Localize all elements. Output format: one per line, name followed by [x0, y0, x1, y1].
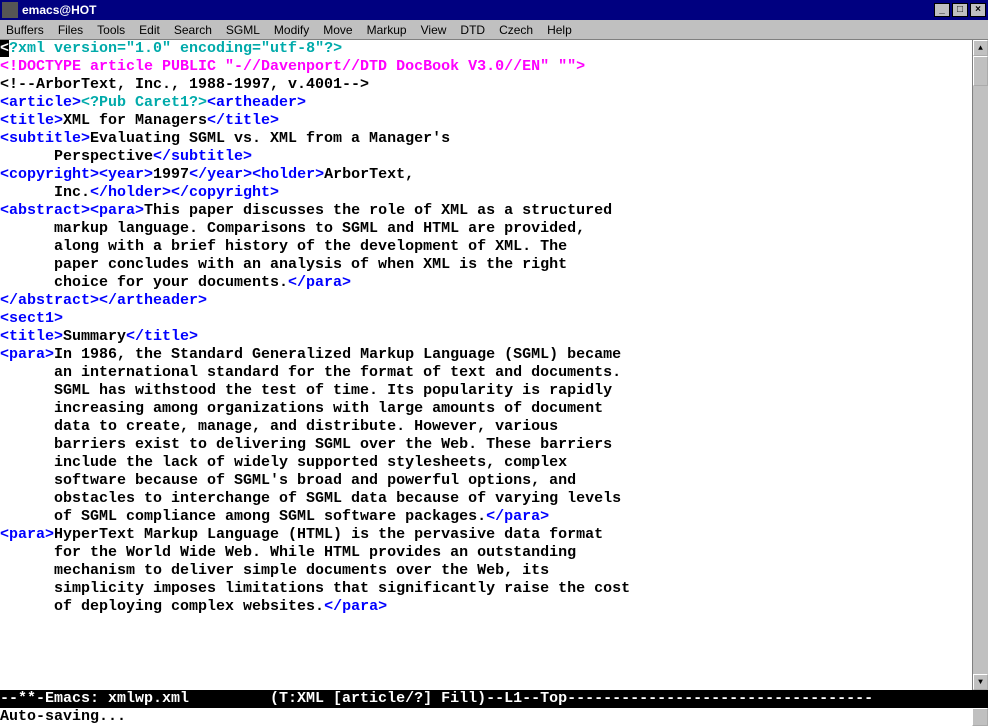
vertical-scrollbar[interactable]: ▲ ▼	[972, 40, 988, 690]
text-p1-3: SGML has withstood the test of time. Its…	[0, 382, 612, 399]
scroll-down-button[interactable]: ▼	[973, 674, 988, 690]
cursor: <	[0, 40, 9, 57]
text-p2-3: mechanism to deliver simple documents ov…	[0, 562, 549, 579]
text-holder-cont: Inc.	[0, 184, 90, 201]
scroll-up-button[interactable]: ▲	[973, 40, 988, 56]
text-p1-9: obstacles to interchange of SGML data be…	[0, 490, 621, 507]
text-holder: ArborText,	[324, 166, 414, 183]
tag-subtitle-open: <subtitle>	[0, 130, 90, 147]
text-p1-7: include the lack of widely supported sty…	[0, 454, 567, 471]
menu-search[interactable]: Search	[174, 23, 212, 37]
text-year: 1997	[153, 166, 189, 183]
xml-declaration: ?xml version="1.0" encoding="utf-8"?>	[9, 40, 342, 57]
tag-abstract-close: </abstract>	[0, 292, 99, 309]
menu-sgml[interactable]: SGML	[226, 23, 260, 37]
tag-year-open: <year>	[99, 166, 153, 183]
scroll-thumb[interactable]	[973, 56, 988, 86]
tag-copyright-close: </copyright>	[171, 184, 279, 201]
close-button[interactable]: ×	[970, 3, 986, 17]
app-icon	[2, 2, 18, 18]
editor-buffer[interactable]: <?xml version="1.0" encoding="utf-8"?> <…	[0, 40, 972, 690]
pi-pub: <?Pub Caret1?>	[81, 94, 207, 111]
text-p1-4: increasing among organizations with larg…	[0, 400, 603, 417]
tag-article-open: <article>	[0, 94, 81, 111]
tag-title-close: </title>	[207, 112, 279, 129]
menu-tools[interactable]: Tools	[97, 23, 125, 37]
text-abstract-5: choice for your documents.	[0, 274, 288, 291]
text-p2-2: for the World Wide Web. While HTML provi…	[0, 544, 576, 561]
tag-copyright-open: <copyright>	[0, 166, 99, 183]
tag-para3-close: </para>	[324, 598, 387, 615]
maximize-button[interactable]: □	[952, 3, 968, 17]
text-summary: Summary	[63, 328, 126, 345]
text-p2-4: simplicity imposes limitations that sign…	[0, 580, 630, 597]
text-p1-2: an international standard for the format…	[0, 364, 621, 381]
tag-abstract-open: <abstract>	[0, 202, 90, 219]
tag-year-close: </year>	[189, 166, 252, 183]
scroll-track[interactable]	[973, 56, 988, 674]
menu-buffers[interactable]: Buffers	[6, 23, 44, 37]
menubar: Buffers Files Tools Edit Search SGML Mod…	[0, 20, 988, 40]
text-p1-5: data to create, manage, and distribute. …	[0, 418, 558, 435]
tag-para-open: <para>	[90, 202, 144, 219]
tag-holder-open: <holder>	[252, 166, 324, 183]
resize-grip[interactable]	[972, 708, 988, 726]
tag-subtitle-close: </subtitle>	[153, 148, 252, 165]
text-abstract-4: paper concludes with an analysis of when…	[0, 256, 567, 273]
menu-view[interactable]: View	[421, 23, 447, 37]
tag-para3-open: <para>	[0, 526, 54, 543]
minibuffer[interactable]: Auto-saving...	[0, 708, 972, 726]
menu-markup[interactable]: Markup	[367, 23, 407, 37]
menu-help[interactable]: Help	[547, 23, 572, 37]
text-p2: HyperText Markup Language (HTML) is the …	[54, 526, 603, 543]
tag-para2-close: </para>	[486, 508, 549, 525]
tag-para-close: </para>	[288, 274, 351, 291]
text-p1: In 1986, the Standard Generalized Markup…	[54, 346, 621, 363]
text-subtitle: Evaluating SGML vs. XML from a Manager's	[90, 130, 450, 147]
titlebar: emacs@HOT _ □ ×	[0, 0, 988, 20]
mode-line: --**-Emacs: xmlwp.xml (T:XML [article/?]…	[0, 690, 988, 708]
text-abstract-2: markup language. Comparisons to SGML and…	[0, 220, 585, 237]
menu-move[interactable]: Move	[323, 23, 352, 37]
window-title: emacs@HOT	[22, 3, 934, 17]
tag-title2-open: <title>	[0, 328, 63, 345]
tag-artheader-open: <artheader>	[207, 94, 306, 111]
menu-files[interactable]: Files	[58, 23, 83, 37]
text-p1-6: barriers exist to delivering SGML over t…	[0, 436, 612, 453]
text-p1-10: of SGML compliance among SGML software p…	[0, 508, 486, 525]
tag-artheader-close: </artheader>	[99, 292, 207, 309]
tag-para2-open: <para>	[0, 346, 54, 363]
menu-dtd[interactable]: DTD	[460, 23, 485, 37]
menu-czech[interactable]: Czech	[499, 23, 533, 37]
tag-title-open: <title>	[0, 112, 63, 129]
tag-sect1-open: <sect1>	[0, 310, 63, 327]
text-abstract: This paper discusses the role of XML as …	[144, 202, 612, 219]
minimize-button[interactable]: _	[934, 3, 950, 17]
doctype: <!DOCTYPE article PUBLIC "-//Davenport//…	[0, 58, 585, 75]
menu-edit[interactable]: Edit	[139, 23, 160, 37]
menu-modify[interactable]: Modify	[274, 23, 309, 37]
text-title: XML for Managers	[63, 112, 207, 129]
text-abstract-3: along with a brief history of the develo…	[0, 238, 567, 255]
text-p1-8: software because of SGML's broad and pow…	[0, 472, 576, 489]
text-subtitle-cont: Perspective	[0, 148, 153, 165]
text-p2-5: of deploying complex websites.	[0, 598, 324, 615]
tag-holder-close: </holder>	[90, 184, 171, 201]
comment: <!--ArborText, Inc., 1988-1997, v.4001--…	[0, 76, 369, 93]
tag-title2-close: </title>	[126, 328, 198, 345]
